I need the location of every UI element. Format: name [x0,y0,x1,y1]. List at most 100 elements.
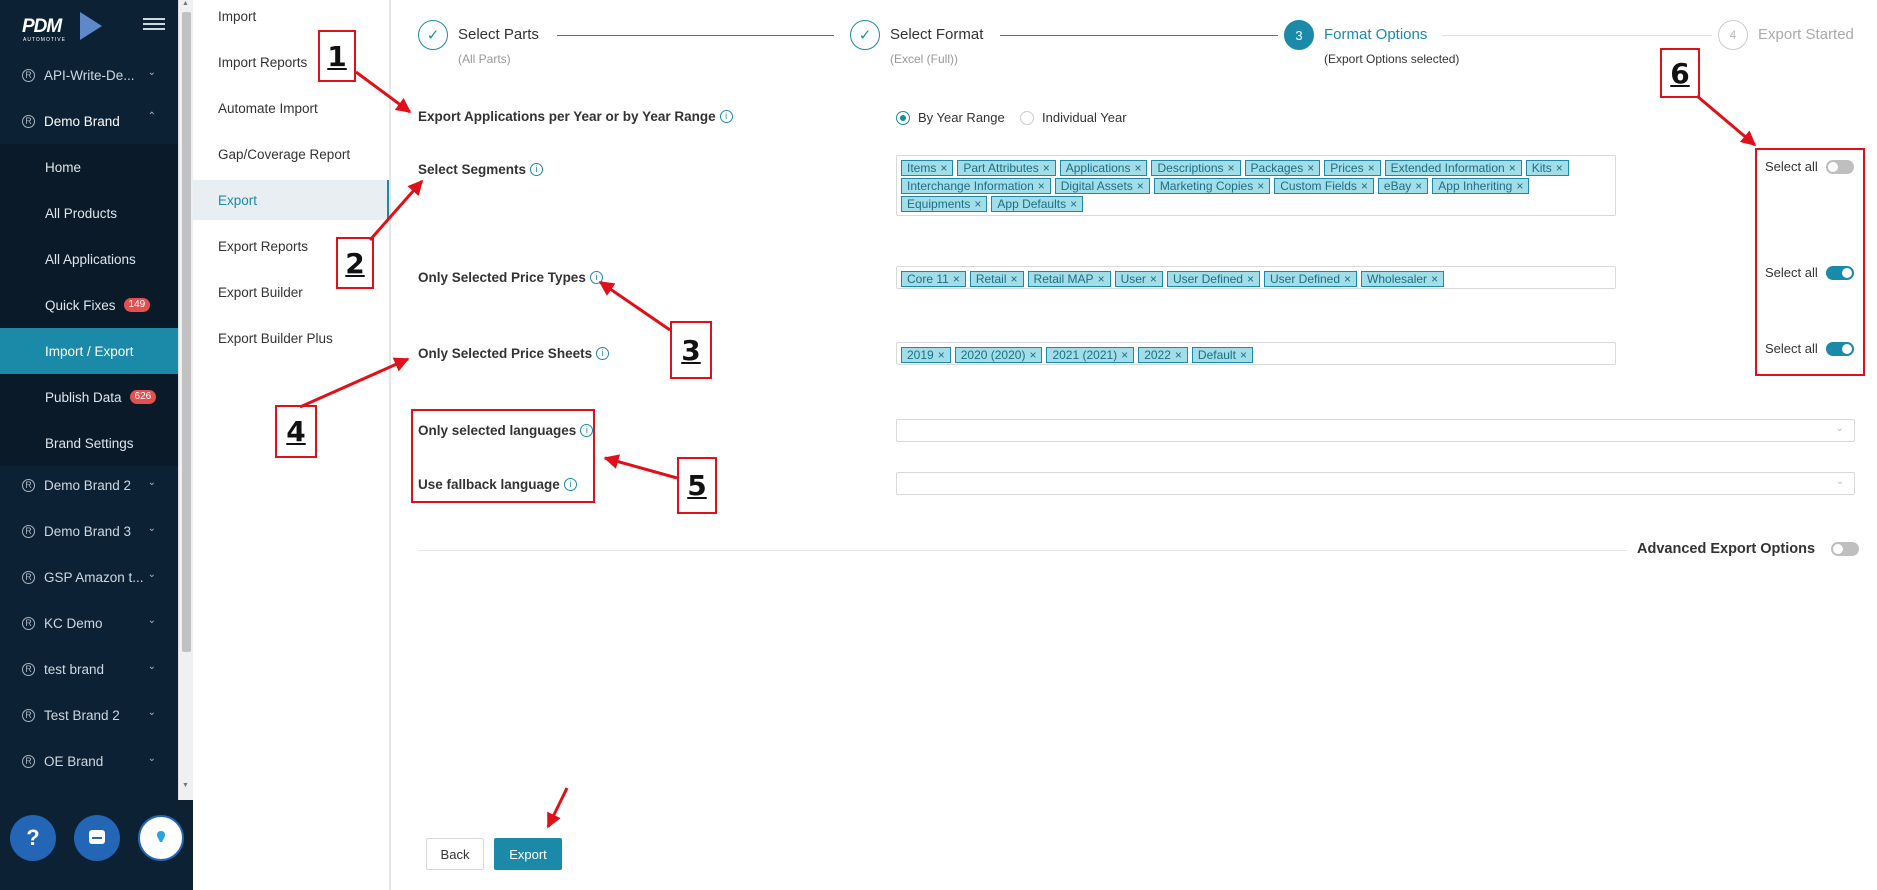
sidebar-item-api-write[interactable]: R API-Write-De... ⌄ [0,52,178,98]
tag-chip: App Inheriting × [1432,178,1530,194]
chevron-down-icon: ⌄ [147,707,156,718]
tag-label: User [1120,272,1146,286]
tag-label: Part Attributes [963,161,1039,175]
segments-multiselect[interactable]: Items × Part Attributes × Applications × Descr… [896,155,1616,216]
info-icon[interactable]: i [589,271,603,284]
remove-tag-icon[interactable]: × [1134,161,1141,175]
chat-button[interactable] [74,815,120,861]
submenu-import-reports[interactable]: Import Reports [193,42,389,82]
sidebar-item-label: API-Write-De... [44,67,135,83]
scroll-up-icon[interactable]: ▲ [182,0,189,7]
back-button[interactable]: Back [426,838,484,870]
sidebar-subitem-all-products[interactable]: All Products [0,190,178,236]
registered-icon: R [22,570,35,584]
sidebar-subitem-home[interactable]: Home [0,144,178,190]
pdm-logo[interactable]: PDM AUTOMOTIVE [22,12,142,43]
remove-tag-icon[interactable]: × [1011,272,1018,286]
submenu-label: Import [218,8,257,24]
remove-tag-icon[interactable]: × [1137,179,1144,193]
radio-label: Individual Year [1042,110,1127,125]
remove-tag-icon[interactable]: × [1431,272,1438,286]
remove-tag-icon[interactable]: × [974,197,981,211]
step-subtitle: (Excel (Full)) [890,52,958,66]
sidebar-item-test-brand[interactable]: Rtest brand ⌄ [0,646,178,692]
remove-tag-icon[interactable]: × [1361,179,1368,193]
remove-tag-icon[interactable]: × [953,272,960,286]
step-check-icon: ✓ [418,20,448,50]
price-sheets-multiselect[interactable]: 2019 × 2020 (2020) × 2021 (2021) × 2022 × Defaul… [896,342,1616,365]
remove-tag-icon[interactable]: × [938,348,945,362]
step-check-icon: ✓ [850,20,880,50]
registered-icon: R [22,478,35,492]
export-button[interactable]: Export [494,838,562,870]
sidebar-item-label: Demo Brand 2 [44,477,132,493]
sidebar-subitem-publish-data[interactable]: Publish Data 626 [0,374,178,420]
sidebar-item-demo-brand-3[interactable]: R Demo Brand 3 ⌄ [0,508,178,554]
remove-tag-icon[interactable]: × [1247,272,1254,286]
help-button[interactable]: ? [10,815,56,861]
fallback-language-select[interactable]: ⌄ [896,472,1855,495]
remove-tag-icon[interactable]: × [1344,272,1351,286]
languages-select[interactable]: ⌄ [896,419,1855,442]
scroll-down-icon[interactable]: ▼ [182,782,189,789]
remove-tag-icon[interactable]: × [1121,348,1128,362]
remove-tag-icon[interactable]: × [1516,179,1523,193]
assistant-button[interactable] [138,815,184,861]
remove-tag-icon[interactable]: × [1307,161,1314,175]
logo-text: PDM [22,16,62,37]
remove-tag-icon[interactable]: × [1556,161,1563,175]
sidebar-item-oe-brand[interactable]: R OE Brand ⌄ [0,738,178,784]
remove-tag-icon[interactable]: × [1228,161,1235,175]
remove-tag-icon[interactable]: × [1175,348,1182,362]
price-types-multiselect[interactable]: Core 11 × Retail × Retail MAP × User × User Defi… [896,266,1616,289]
radio-individual-year[interactable]: Individual Year [1020,110,1127,125]
submenu-gap-coverage-report[interactable]: Gap/Coverage Report [193,134,389,174]
advanced-options-toggle[interactable] [1831,542,1860,556]
step-subtitle: (Export Options selected) [1324,52,1460,66]
remove-tag-icon[interactable]: × [1070,197,1077,211]
sidebar-scrollbar[interactable]: ▲ ▼ [178,0,193,890]
submenu-import[interactable]: Import [193,0,389,36]
radio-by-year-range[interactable]: By Year Range [896,110,1005,125]
sidebar-subitem-import-export[interactable]: Import / Export [0,328,178,374]
scrollbar-thumb[interactable] [182,12,191,652]
info-icon[interactable]: i [596,347,610,360]
sidebar-item-demo-brand[interactable]: R Demo Brand ⌃ [0,98,178,144]
radio-dot [1020,110,1034,125]
remove-tag-icon[interactable]: × [1368,161,1375,175]
info-icon[interactable]: i [719,110,733,123]
tag-label: Prices [1330,161,1364,175]
remove-tag-icon[interactable]: × [940,161,947,175]
remove-tag-icon[interactable]: × [1257,179,1264,193]
tag-chip: Descriptions × [1151,160,1241,176]
remove-tag-icon[interactable]: × [1240,348,1247,362]
tag-label: 2019 [907,348,934,362]
remove-tag-icon[interactable]: × [1029,348,1036,362]
remove-tag-icon[interactable]: × [1509,161,1516,175]
remove-tag-icon[interactable]: × [1043,161,1050,175]
submenu-export[interactable]: Export [193,180,389,220]
sidebar-subitem-all-applications[interactable]: All Applications [0,236,178,282]
sidebar-item-demo-brand-2[interactable]: R Demo Brand 2 ⌄ [0,462,178,508]
sidebar-subitem-quick-fixes[interactable]: Quick Fixes 149 [0,282,178,328]
remove-tag-icon[interactable]: × [1038,179,1045,193]
remove-tag-icon[interactable]: × [1150,272,1157,286]
remove-tag-icon[interactable]: × [1098,272,1105,286]
submenu-export-builder-plus[interactable]: Export Builder Plus [193,318,389,358]
sidebar-item-test-brand-2[interactable]: R Test Brand 2 ⌄ [0,692,178,738]
sidebar-subitem-label: Publish Data [45,389,122,405]
step-format-options: 3 Format Options (Export Options selecte… [1284,20,1459,66]
step-title: Select Parts [458,26,539,43]
sidebar-subitem-label: All Applications [45,251,136,267]
sidebar-item-gsp-amazon[interactable]: R GSP Amazon t... ⌄ [0,554,178,600]
info-icon[interactable]: i [530,163,544,176]
tag-label: 2020 (2020) [960,348,1026,362]
sidebar-subitem-brand-settings[interactable]: Brand Settings [0,420,178,466]
remove-tag-icon[interactable]: × [1415,179,1422,193]
export-applications-label: Export Applications per Year or by Year … [418,109,733,124]
tag-label: Interchange Information [907,179,1034,193]
sidebar-item-kc-demo[interactable]: R KC Demo ⌄ [0,600,178,646]
submenu-automate-import[interactable]: Automate Import [193,88,389,128]
chevron-down-icon: ⌄ [147,523,156,534]
menu-toggle-icon[interactable] [143,15,165,33]
